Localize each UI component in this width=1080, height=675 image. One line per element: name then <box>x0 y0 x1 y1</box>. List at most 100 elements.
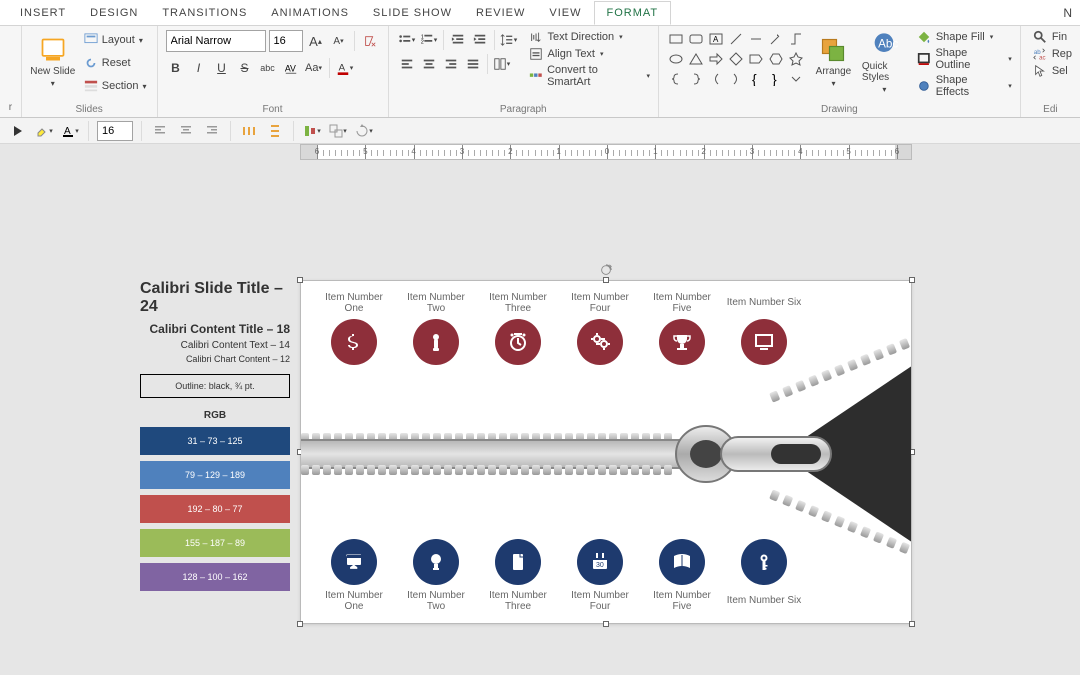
qat-fontcolor-icon[interactable]: A▾ <box>60 121 80 141</box>
align-right-button[interactable] <box>441 54 461 74</box>
qat-size-input[interactable] <box>97 121 133 141</box>
qat-align-objects-icon[interactable]: ▾ <box>302 121 322 141</box>
svg-text:A: A <box>338 63 345 74</box>
shape-lbrace-icon[interactable] <box>667 70 685 88</box>
convert-smartart-button[interactable]: Convert to SmartArt▾ <box>529 64 650 88</box>
arrange-button[interactable]: Arrange▾ <box>811 30 856 94</box>
slide-canvas[interactable]: Calibri Slide Title – 24 Calibri Content… <box>0 162 1080 675</box>
new-slide-button[interactable]: New Slide ▾ <box>30 30 76 94</box>
quick-access-toolbar: ▾ A▾ ▾ ▾ ▾ <box>0 118 1080 144</box>
color-swatch-2: 192 – 80 – 77 <box>140 495 290 523</box>
reset-button[interactable]: Reset <box>82 53 149 73</box>
shape-more-icon[interactable] <box>787 70 805 88</box>
item-bot-icon-0 <box>331 539 377 585</box>
select-button[interactable]: Sel <box>1033 64 1072 78</box>
tab-transitions[interactable]: TRANSITIONS <box>150 2 259 24</box>
align-center-button[interactable] <box>419 54 439 74</box>
change-case-button[interactable]: Aa▾ <box>304 58 324 78</box>
shape-diamond-icon[interactable] <box>727 50 745 68</box>
columns-button[interactable]: ▾ <box>492 54 512 74</box>
qat-arrow-icon[interactable] <box>8 121 28 141</box>
bold-button[interactable]: B <box>166 58 186 78</box>
text-shadow-button[interactable]: abc <box>258 58 278 78</box>
tab-slideshow[interactable]: SLIDE SHOW <box>361 2 464 24</box>
quick-styles-button[interactable]: Abc Quick Styles▾ <box>862 30 907 94</box>
clear-format-icon[interactable] <box>360 31 380 51</box>
font-size-select[interactable] <box>269 30 303 52</box>
shape-rparen-icon[interactable] <box>727 70 745 88</box>
underline-button[interactable]: U <box>212 58 232 78</box>
drawing-group-label: Drawing <box>667 104 1012 115</box>
text-direction-button[interactable]: |ı|Text Direction▾ <box>529 30 650 44</box>
shape-rbrace2-icon[interactable]: } <box>767 70 785 88</box>
shape-fill-button[interactable]: Shape Fill▾ <box>917 30 1012 44</box>
replace-button[interactable]: abacRep <box>1033 47 1072 61</box>
qat-distribute-v-icon[interactable] <box>265 121 285 141</box>
shape-rounded-icon[interactable] <box>687 30 705 48</box>
qat-align-left-icon[interactable] <box>150 121 170 141</box>
qat-align-right-icon[interactable] <box>202 121 222 141</box>
tab-animations[interactable]: ANIMATIONS <box>259 2 361 24</box>
shape-rbrace-icon[interactable] <box>687 70 705 88</box>
qat-distribute-h-icon[interactable] <box>239 121 259 141</box>
item-bot-label-3: Item Number Four <box>561 589 639 613</box>
qat-align-center-icon[interactable] <box>176 121 196 141</box>
item-top-3: Item Number Four <box>561 291 639 365</box>
align-left-button[interactable] <box>397 54 417 74</box>
paste-label: r <box>9 102 12 113</box>
increase-font-icon[interactable]: A▴ <box>306 31 326 51</box>
shape-effects-label: Shape Effects <box>936 74 1004 98</box>
shape-line2-icon[interactable] <box>747 30 765 48</box>
numbering-button[interactable]: 12▾ <box>419 30 439 50</box>
shape-oval-icon[interactable] <box>667 50 685 68</box>
shape-connector-icon[interactable] <box>787 30 805 48</box>
strikethrough-button[interactable]: S <box>235 58 255 78</box>
layout-button[interactable]: Layout▾ <box>82 30 149 50</box>
font-color-button[interactable]: A▾ <box>335 58 355 78</box>
justify-button[interactable] <box>463 54 483 74</box>
item-bot-icon-2 <box>495 539 541 585</box>
shape-triangle-icon[interactable] <box>687 50 705 68</box>
line-spacing-button[interactable]: ▾ <box>499 30 519 50</box>
align-text-button[interactable]: Align Text▾ <box>529 47 650 61</box>
qat-group-icon[interactable]: ▾ <box>328 121 348 141</box>
shape-rarrow-icon[interactable] <box>707 50 725 68</box>
find-button[interactable]: Fin <box>1033 30 1072 44</box>
shape-line-icon[interactable] <box>727 30 745 48</box>
qat-rotate-icon[interactable]: ▾ <box>354 121 374 141</box>
slide-object-selected[interactable]: Item Number OneItem Number TwoItem Numbe… <box>300 280 912 624</box>
item-top-icon-0 <box>331 319 377 365</box>
smartart-icon <box>529 69 543 83</box>
tab-review[interactable]: REVIEW <box>464 2 537 24</box>
tab-view[interactable]: VIEW <box>537 2 593 24</box>
decrease-indent-button[interactable] <box>448 30 468 50</box>
shape-outline-button[interactable]: Shape Outline▾ <box>917 47 1012 71</box>
tab-format[interactable]: FORMAT <box>594 1 672 25</box>
shape-arrow-icon[interactable] <box>767 30 785 48</box>
char-spacing-button[interactable]: AV <box>281 58 301 78</box>
shape-lbrace2-icon[interactable]: { <box>747 70 765 88</box>
decrease-font-icon[interactable]: A▾ <box>329 31 349 51</box>
increase-indent-button[interactable] <box>470 30 490 50</box>
shape-textbox-icon[interactable]: A <box>707 30 725 48</box>
italic-button[interactable]: I <box>189 58 209 78</box>
qat-highlight-icon[interactable]: ▾ <box>34 121 54 141</box>
shape-effects-button[interactable]: Shape Effects▾ <box>917 74 1012 98</box>
shapes-gallery[interactable]: A { } <box>667 30 805 88</box>
shape-rect-icon[interactable] <box>667 30 685 48</box>
color-swatch-0: 31 – 73 – 125 <box>140 427 290 455</box>
font-name-select[interactable] <box>166 30 266 52</box>
tab-insert[interactable]: INSERT <box>8 2 78 24</box>
section-button[interactable]: Section▾ <box>82 76 149 96</box>
shape-hex-icon[interactable] <box>767 50 785 68</box>
tab-design[interactable]: DESIGN <box>78 2 150 24</box>
shape-fill-label: Shape Fill <box>936 31 985 43</box>
shape-pentagon-icon[interactable] <box>747 50 765 68</box>
horizontal-ruler[interactable]: 6543210123456 <box>300 144 912 160</box>
note-outline: Outline: black, ¾ pt. <box>140 374 290 398</box>
replace-label: Rep <box>1052 48 1072 60</box>
shape-lparen-icon[interactable] <box>707 70 725 88</box>
item-top-icon-1 <box>413 319 459 365</box>
bullets-button[interactable]: ▾ <box>397 30 417 50</box>
shape-star-icon[interactable] <box>787 50 805 68</box>
